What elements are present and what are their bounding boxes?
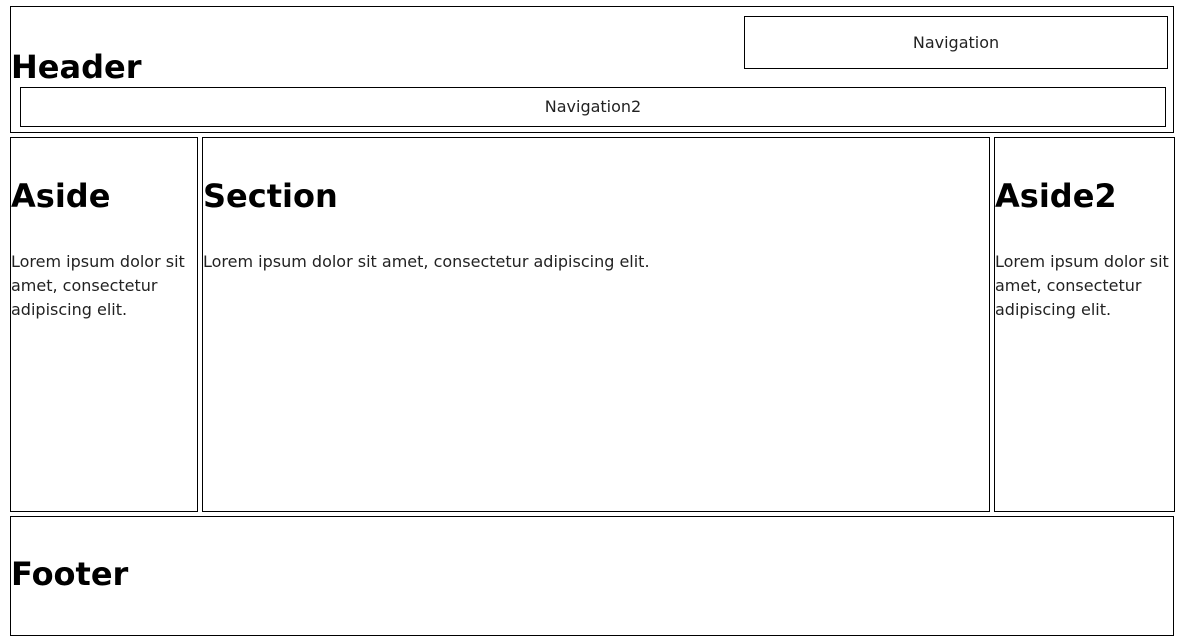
aside2-title: Aside2 — [995, 177, 1117, 215]
aside2: Aside2 Lorem ipsum dolor sit amet, conse… — [994, 137, 1175, 512]
footer-title: Footer — [11, 555, 129, 593]
section-title: Section — [203, 177, 338, 215]
header: Header Navigation Navigation2 — [10, 6, 1174, 133]
aside-title: Aside — [11, 177, 111, 215]
aside-text: Lorem ipsum dolor sit amet, consectetur … — [11, 252, 185, 319]
aside: Aside Lorem ipsum dolor sit amet, consec… — [10, 137, 198, 512]
section-text: Lorem ipsum dolor sit amet, consectetur … — [203, 252, 650, 271]
navigation[interactable]: Navigation — [744, 16, 1168, 69]
navigation2[interactable]: Navigation2 — [20, 87, 1166, 127]
header-title: Header — [11, 48, 142, 86]
aside2-text: Lorem ipsum dolor sit amet, consectetur … — [995, 252, 1169, 319]
section: Section Lorem ipsum dolor sit amet, cons… — [202, 137, 990, 512]
footer: Footer — [10, 516, 1174, 636]
